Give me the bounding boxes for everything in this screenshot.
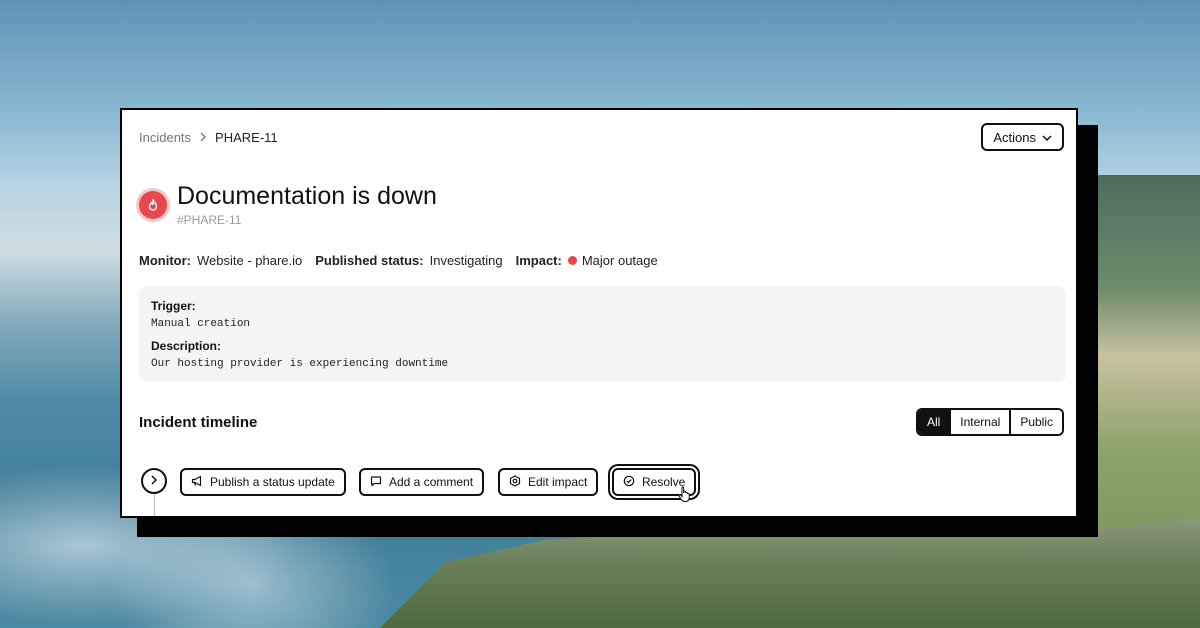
chevron-right-icon bbox=[150, 472, 158, 490]
comment-icon bbox=[370, 475, 382, 490]
edit-impact-button[interactable]: Edit impact bbox=[498, 468, 599, 496]
impact-label: Impact: bbox=[515, 253, 562, 268]
incident-meta: Monitor: Website - phare.io Published st… bbox=[139, 253, 658, 268]
actions-label: Actions bbox=[993, 129, 1036, 145]
gear-icon bbox=[509, 474, 521, 490]
incident-details-box: Trigger: Manual creation Description: Ou… bbox=[139, 286, 1066, 382]
expand-timeline-button[interactable] bbox=[141, 468, 167, 494]
filter-internal[interactable]: Internal bbox=[949, 410, 1010, 434]
timeline-line bbox=[154, 494, 155, 516]
trigger-label: Trigger: bbox=[151, 299, 196, 313]
breadcrumb-current: PHARE-11 bbox=[215, 130, 278, 145]
publish-status-update-button[interactable]: Publish a status update bbox=[180, 468, 346, 496]
incident-card: Incidents PHARE-11 Actions Documentation… bbox=[120, 108, 1078, 518]
add-comment-button[interactable]: Add a comment bbox=[359, 468, 485, 496]
actions-button[interactable]: Actions bbox=[981, 123, 1064, 151]
page-title: Documentation is down bbox=[177, 182, 437, 210]
edit-impact-label: Edit impact bbox=[528, 475, 588, 489]
incident-id: #PHARE-11 bbox=[177, 213, 242, 227]
comment-label: Add a comment bbox=[389, 475, 474, 489]
status-value: Investigating bbox=[429, 253, 503, 268]
megaphone-icon bbox=[191, 475, 203, 490]
monitor-value: Website - phare.io bbox=[196, 253, 303, 268]
description-value: Our hosting provider is experiencing dow… bbox=[151, 358, 449, 370]
impact-status-dot bbox=[567, 256, 577, 265]
publish-label: Publish a status update bbox=[210, 475, 335, 489]
chevron-down-icon bbox=[1042, 130, 1052, 145]
breadcrumb-incidents-link[interactable]: Incidents bbox=[139, 130, 191, 145]
hand-cursor-icon bbox=[678, 486, 692, 508]
chevron-right-icon bbox=[199, 131, 207, 145]
description-label: Description: bbox=[151, 339, 222, 353]
filter-all[interactable]: All bbox=[917, 410, 950, 434]
timeline-filter-toggle: All Internal Public bbox=[915, 408, 1064, 436]
impact-value: Major outage bbox=[581, 253, 658, 268]
breadcrumb: Incidents PHARE-11 bbox=[139, 130, 278, 145]
status-label: Published status: bbox=[315, 253, 424, 268]
check-circle-icon bbox=[623, 475, 635, 490]
timeline-title: Incident timeline bbox=[139, 414, 258, 431]
flame-alert-icon bbox=[139, 191, 167, 219]
monitor-label: Monitor: bbox=[139, 253, 191, 268]
filter-public[interactable]: Public bbox=[1009, 410, 1062, 434]
trigger-value: Manual creation bbox=[151, 318, 251, 330]
